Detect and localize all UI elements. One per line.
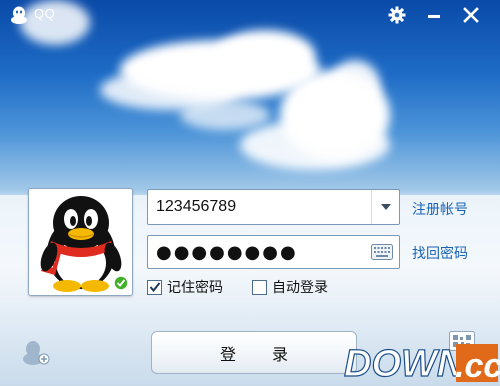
checkbox-box[interactable] [252, 279, 267, 295]
recover-password-link[interactable]: 找回密码 [412, 243, 468, 263]
avatar[interactable] [28, 188, 133, 296]
check-icon [149, 282, 160, 293]
auto-login-label: 自动登录 [272, 280, 328, 296]
close-icon [463, 7, 479, 23]
password-field[interactable] [147, 235, 400, 269]
account-field[interactable] [147, 189, 400, 225]
app-title: QQ [34, 6, 56, 21]
down-cc-watermark-logo: DOWN .cc [343, 342, 500, 385]
svg-text:.cc: .cc [455, 347, 500, 385]
minimize-icon [428, 15, 440, 18]
settings-button[interactable] [378, 2, 416, 28]
close-button[interactable] [452, 2, 490, 28]
account-input[interactable] [156, 190, 366, 224]
remember-password-label: 记住密码 [167, 280, 223, 296]
minimize-button[interactable] [415, 2, 453, 28]
remember-password-checkbox[interactable]: 记住密码 [147, 278, 223, 296]
login-button[interactable]: 登录 [151, 331, 357, 374]
keyboard-icon[interactable] [371, 244, 393, 260]
password-input[interactable] [156, 236, 366, 268]
register-account-link[interactable]: 注册帐号 [412, 199, 468, 219]
auto-login-checkbox[interactable]: 自动登录 [252, 278, 328, 296]
qq-logo-icon [11, 6, 27, 24]
qq-login-window: QQ 123456789 ●●●●●●●● 注册帐号 找回密码 记住密码 自动登… [0, 0, 500, 386]
svg-text:DOWN: DOWN [344, 343, 466, 385]
sky-banner [0, 0, 500, 195]
gear-icon [388, 6, 406, 24]
checkbox-box[interactable] [147, 279, 162, 295]
account-dropdown-button[interactable] [371, 190, 399, 224]
penguin-avatar-icon [40, 196, 129, 292]
add-account-icon[interactable] [20, 338, 50, 366]
chevron-down-icon [380, 204, 391, 210]
